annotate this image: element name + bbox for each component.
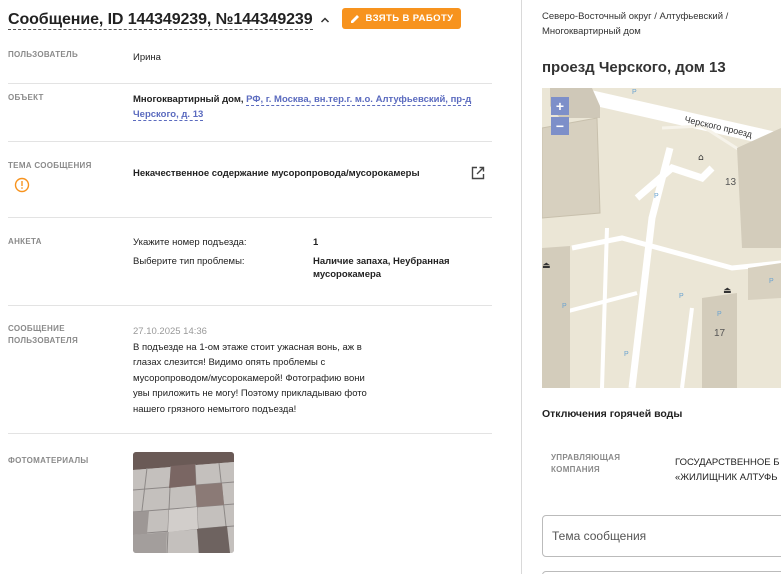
hot-water-outages-title: Отключения горячей воды (542, 408, 683, 420)
svg-text:⌂: ⌂ (698, 153, 704, 163)
svg-text:P: P (624, 351, 629, 358)
form-answer-2-line1: Наличие запаха, Неубранная (313, 256, 450, 267)
form-label: АНКЕТА (8, 237, 42, 246)
map-label-17: 17 (714, 328, 726, 339)
user-row: ПОЛЬЗОВАТЕЛЬ Ирина (8, 44, 492, 84)
message-title[interactable]: Сообщение, ID 144349239, №144349239 (8, 11, 313, 30)
message-header: Сообщение, ID 144349239, №144349239 (8, 8, 331, 32)
svg-text:⏏: ⏏ (723, 286, 732, 296)
topic-label: ТЕМА СООБЩЕНИЯ (8, 161, 92, 170)
object-address-link[interactable]: РФ, г. Москва, вн.тер.г. м.о. Алтуфьевск… (246, 94, 472, 106)
svg-text:P: P (769, 278, 774, 285)
breadcrumb: Северо-Восточный округ / Алтуфьевский / … (542, 9, 772, 39)
zoom-out-button[interactable]: − (551, 117, 569, 135)
map[interactable]: 13 17 Черского проезд P P P P P P P ⌂ ⏏ … (542, 88, 781, 388)
object-row: ОБЪЕКТ Многоквартирный дом, РФ, г. Москв… (8, 84, 492, 142)
warning-icon (14, 177, 30, 193)
breadcrumb-line-2[interactable]: Многоквартирный дом (542, 26, 641, 37)
management-company-value-2: «ЖИЛИЩНИК АЛТУФЬ (675, 472, 778, 483)
external-link-icon[interactable] (470, 165, 486, 181)
svg-text:P: P (654, 193, 659, 200)
user-message-line: нашего грязного немытого подъезда! (133, 403, 297, 415)
object-address-link-cont[interactable]: Черского, д. 13 (133, 109, 204, 121)
user-message-line: увы приложить не могу! Поэтому прикладыв… (133, 388, 367, 399)
breadcrumb-line-1[interactable]: Северо-Восточный округ / Алтуфьевский / (542, 11, 728, 22)
object-address-title: проезд Черского, дом 13 (542, 59, 726, 76)
form-row: АНКЕТА Укажите номер подъезда: 1 Выберит… (8, 218, 492, 306)
management-company-value: ГОСУДАРСТВЕННОЕ Б «ЖИЛИЩНИК АЛТУФЬ (675, 455, 780, 485)
management-company-value-1: ГОСУДАРСТВЕННОЕ Б (675, 457, 780, 468)
svg-text:⏏: ⏏ (542, 261, 551, 271)
photo-thumbnail[interactable] (133, 452, 234, 553)
svg-text:P: P (562, 303, 567, 310)
svg-text:P: P (717, 311, 722, 318)
message-panel: Сообщение, ID 144349239, №144349239 ВЗЯТ… (0, 0, 521, 574)
photos-row: ФОТОМАТЕРИАЛЫ (8, 434, 492, 574)
topic-value: Некачественное содержание мусоропровода/… (133, 168, 420, 179)
user-message-label-1: СООБЩЕНИЕ (8, 324, 65, 333)
take-to-work-button[interactable]: ВЗЯТЬ В РАБОТУ (342, 8, 461, 29)
user-message-line: В подъезде на 1-ом этаже стоит ужасная в… (133, 341, 362, 353)
user-message-body: 27.10.2025 14:36 В подъезде на 1-ом этаж… (133, 324, 433, 417)
user-message-line: мусоропроводом/мусорокамерой! Фотографию… (133, 372, 365, 384)
form-answer-1: 1 (313, 237, 319, 248)
topic-row: ТЕМА СООБЩЕНИЯ Некачественное содержание… (8, 142, 492, 218)
svg-text:P: P (679, 293, 684, 300)
map-canvas[interactable]: 13 17 Черского проезд P P P P P P P ⌂ ⏏ … (542, 88, 781, 388)
form-question-2: Выберите тип проблемы: (133, 256, 245, 267)
form-answer-2: Наличие запаха, Неубранная мусорокамера (313, 255, 483, 281)
photos-label: ФОТОМАТЕРИАЛЫ (8, 456, 89, 465)
object-info-panel: Северо-Восточный округ / Алтуфьевский / … (522, 0, 781, 574)
user-message-line: глазах слезится! Видимо опять проблемы с (133, 357, 326, 368)
user-message-timestamp: 27.10.2025 14:36 (133, 326, 207, 337)
user-value: Ирина (133, 52, 161, 63)
user-message-row: СООБЩЕНИЕ ПОЛЬЗОВАТЕЛЯ 27.10.2025 14:36 … (8, 306, 492, 434)
map-label-13: 13 (725, 177, 737, 188)
user-message-label: СООБЩЕНИЕ ПОЛЬЗОВАТЕЛЯ (8, 323, 78, 347)
management-company-label-2: КОМПАНИЯ (551, 465, 600, 474)
message-topic-field[interactable]: Тема сообщения (542, 515, 781, 557)
svg-text:P: P (632, 89, 637, 96)
object-value: Многоквартирный дом, РФ, г. Москва, вн.т… (133, 92, 493, 122)
message-topic-placeholder: Тема сообщения (552, 529, 647, 543)
object-label: ОБЪЕКТ (8, 93, 44, 102)
chevron-up-icon[interactable] (319, 14, 331, 26)
user-message-label-2: ПОЛЬЗОВАТЕЛЯ (8, 336, 79, 345)
management-company-label-1: УПРАВЛЯЮЩАЯ (551, 453, 621, 462)
management-company-label: УПРАВЛЯЮЩАЯ КОМПАНИЯ (551, 452, 641, 476)
object-type: Многоквартирный дом, (133, 94, 247, 105)
user-label: ПОЛЬЗОВАТЕЛЬ (8, 50, 79, 59)
take-to-work-label: ВЗЯТЬ В РАБОТУ (365, 13, 454, 24)
form-question-1: Укажите номер подъезда: (133, 237, 247, 248)
form-answer-2-line2: мусорокамера (313, 269, 382, 280)
zoom-in-button[interactable]: + (551, 97, 569, 115)
pencil-icon (350, 14, 359, 23)
